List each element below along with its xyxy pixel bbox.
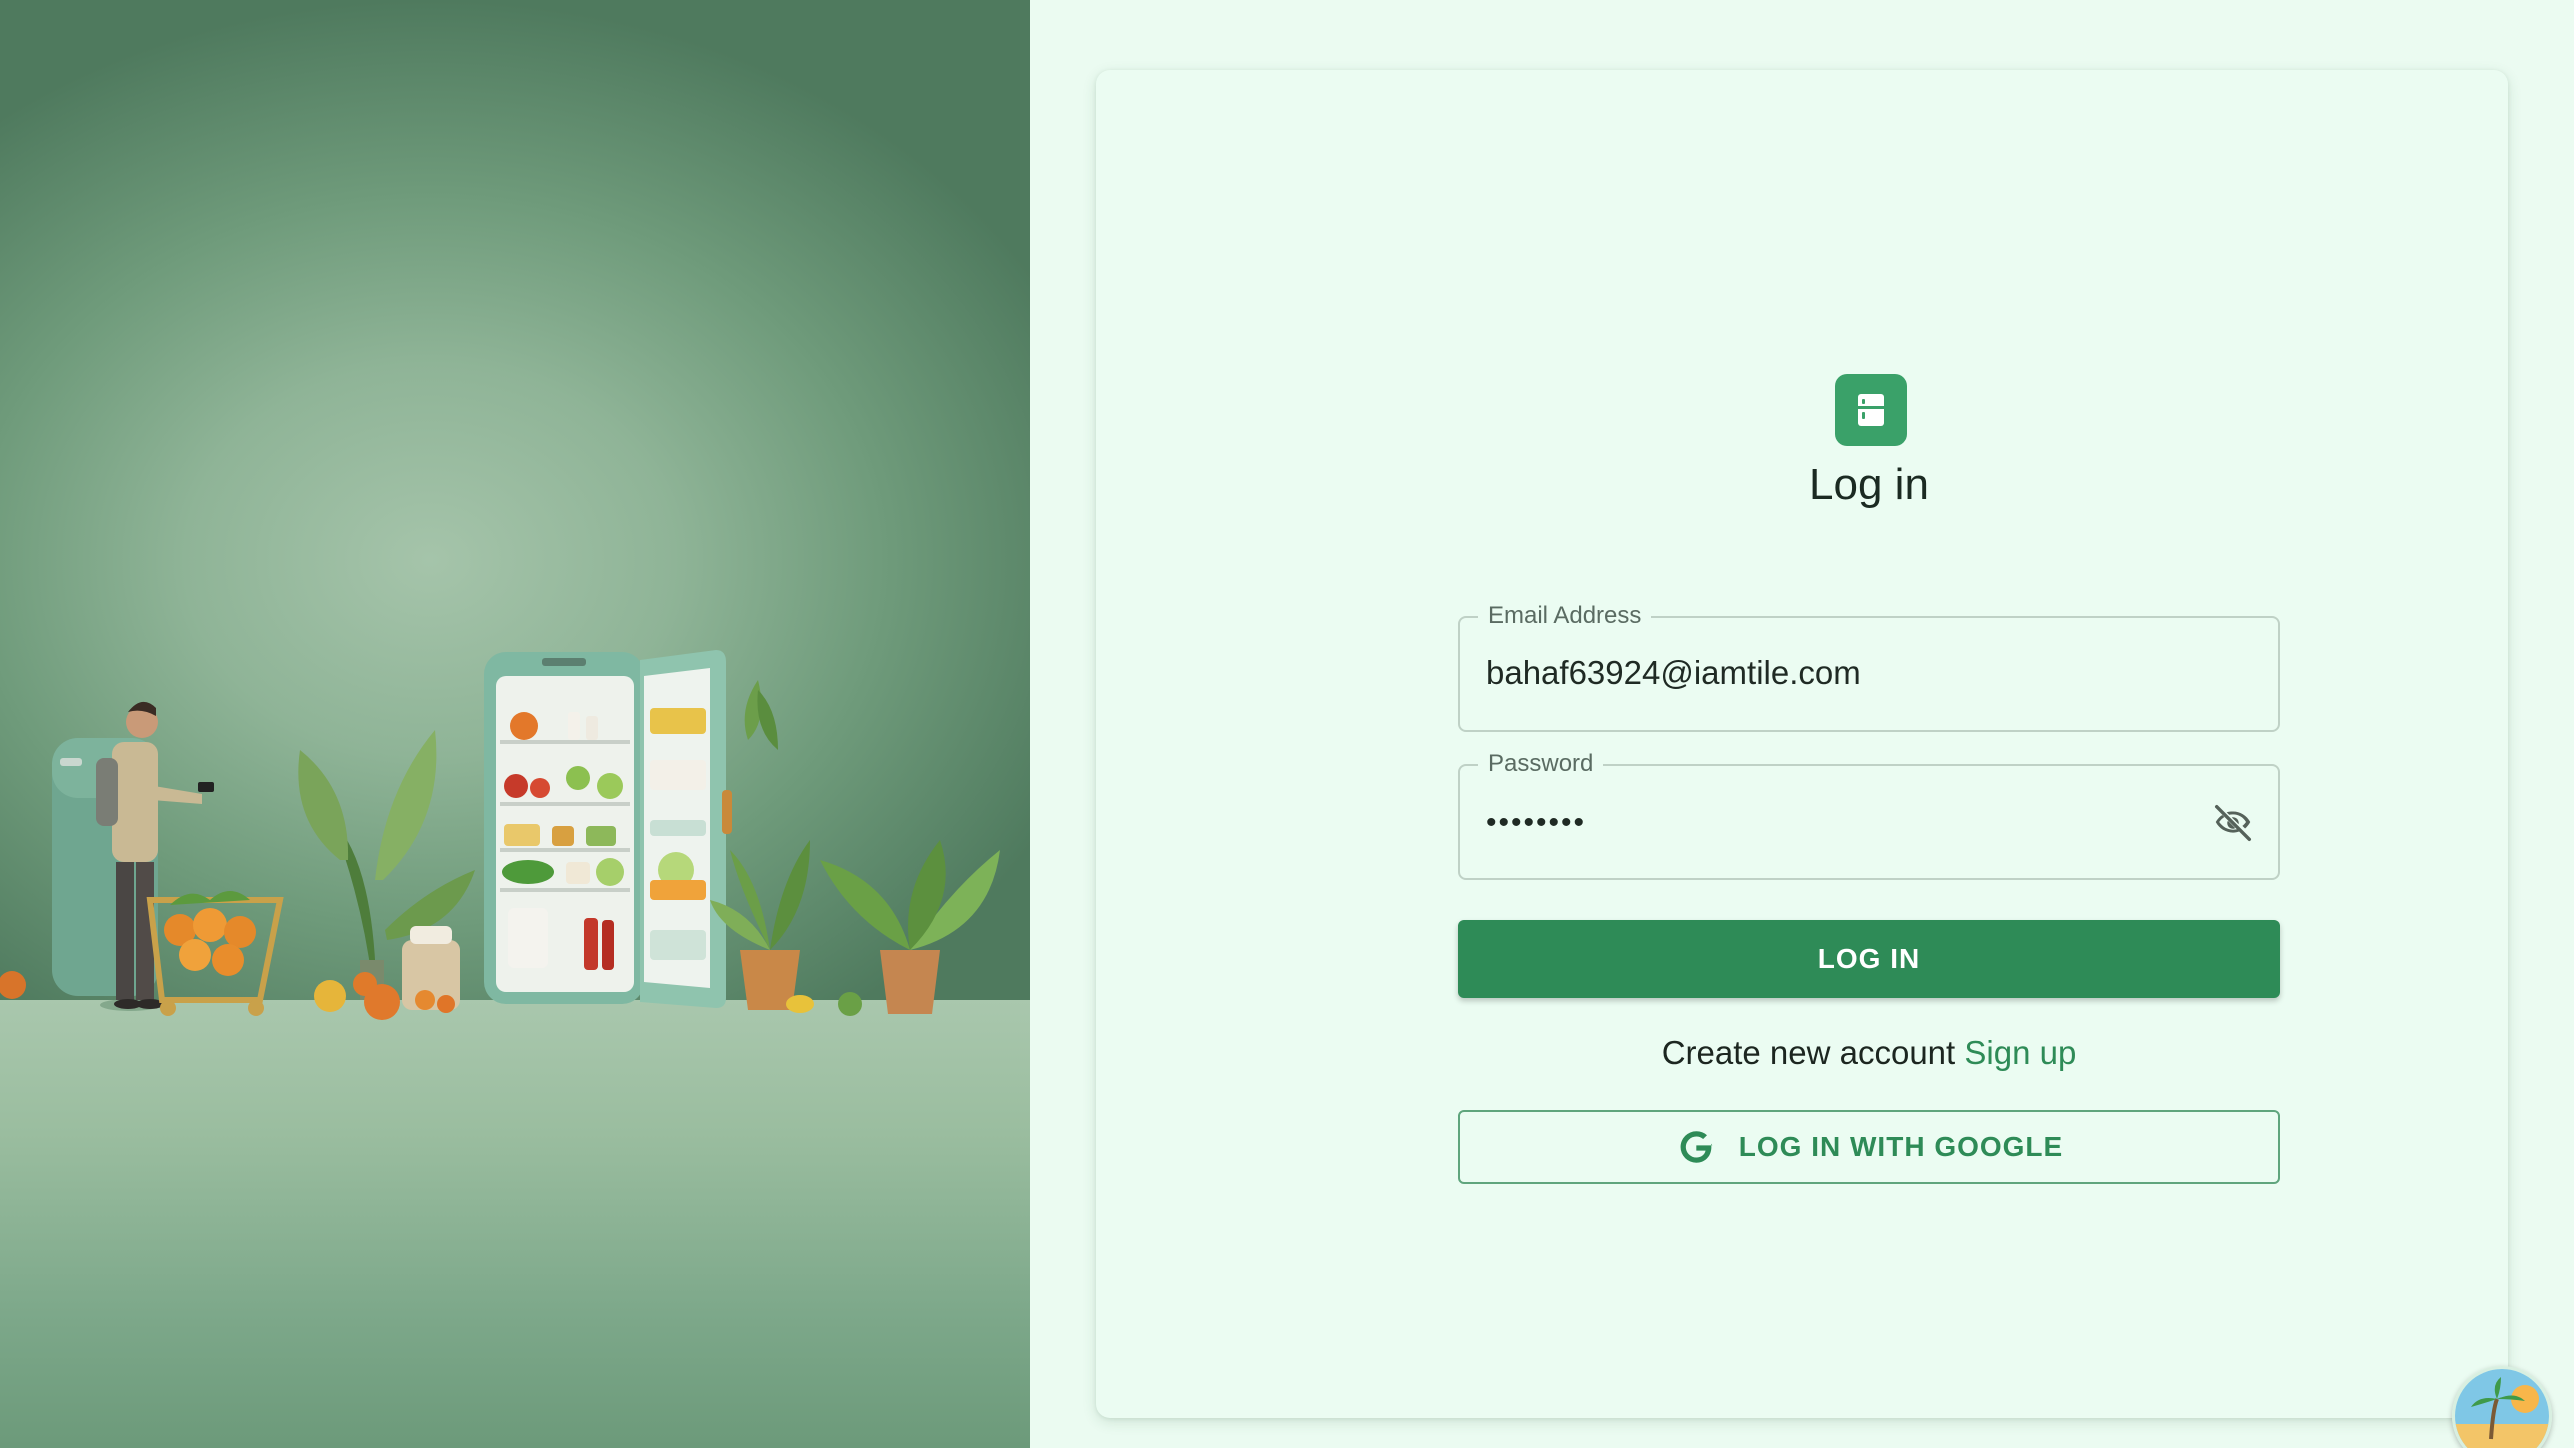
google-login-button[interactable]: LOG IN WITH GOOGLE [1458, 1110, 2280, 1184]
signup-row: Create new account Sign up [1458, 1034, 2280, 1072]
kitchen-scene-illustration [0, 650, 1000, 1020]
fridge-icon [1835, 374, 1907, 446]
email-field[interactable]: Email Address bahaf63924@iamtile.com [1458, 602, 2280, 732]
login-panel: Log in Email Address bahaf63924@iamtile.… [1030, 0, 2574, 1448]
signup-link[interactable]: Sign up [1964, 1034, 2076, 1071]
google-icon [1675, 1126, 1717, 1168]
password-value[interactable]: •••••••• [1486, 806, 1586, 840]
login-page: Log in Email Address bahaf63924@iamtile.… [0, 0, 2574, 1448]
password-field[interactable]: Password •••••••• [1458, 750, 2280, 880]
page-title: Log in [1809, 460, 1929, 509]
eye-off-icon[interactable] [2208, 798, 2258, 848]
signup-prompt: Create new account [1661, 1034, 1956, 1071]
login-button[interactable]: LOG IN [1458, 920, 2280, 998]
hero-illustration [0, 0, 1030, 1448]
email-label: Email Address [1478, 602, 1652, 630]
password-label: Password [1478, 750, 1604, 778]
google-login-label: LOG IN WITH GOOGLE [1738, 1131, 2064, 1162]
login-card: Log in Email Address bahaf63924@iamtile.… [1096, 70, 2508, 1418]
email-value[interactable]: bahaf63924@iamtile.com [1486, 654, 1861, 692]
